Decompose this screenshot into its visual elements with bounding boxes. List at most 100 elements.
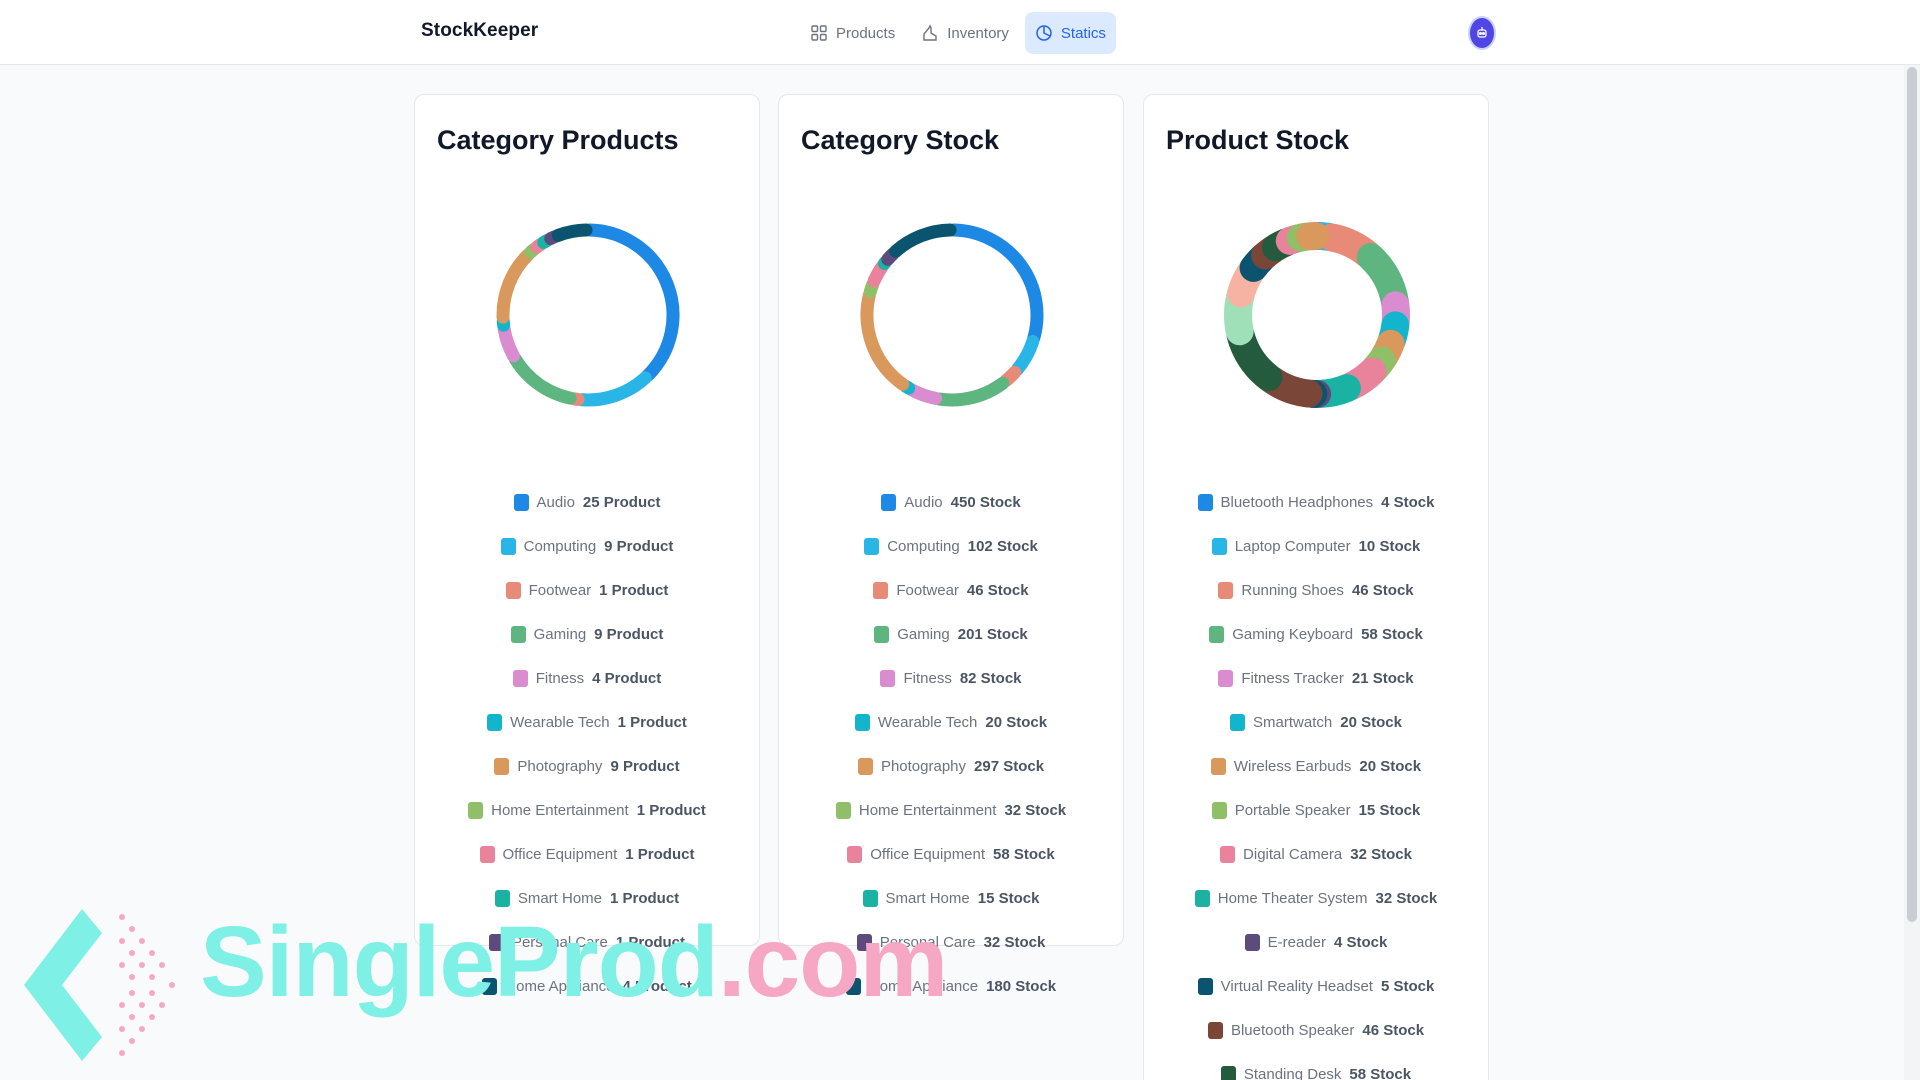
legend-item-home-entertainment[interactable]: Home Entertainment 32 Stock [793,797,1109,824]
legend-item-bluetooth-headphones[interactable]: Bluetooth Headphones 4 Stock [1158,489,1474,516]
page-scrollbar[interactable] [1904,65,1920,1080]
legend-label: Wearable Tech [877,714,978,731]
legend-item-smartwatch[interactable]: Smartwatch 20 Stock [1158,709,1474,736]
legend-swatch [854,714,870,731]
watermark: SingleProd.com [22,905,948,1065]
legend-item-fitness-tracker[interactable]: Fitness Tracker 21 Stock [1158,665,1474,692]
nav-inventory[interactable]: Inventory [911,12,1019,54]
legend-swatch [880,670,896,687]
legend-item-wireless-earbuds[interactable]: Wireless Earbuds 20 Stock [1158,753,1474,780]
legend-value: 5 Stock [1380,978,1435,995]
legend-label: Audio [904,494,943,511]
legend-item-wearable-tech[interactable]: Wearable Tech 20 Stock [793,709,1109,736]
legend-label: Fitness [535,670,585,687]
legend-swatch [510,626,526,643]
legend-label: Smartwatch [1253,714,1333,731]
legend-label: Wearable Tech [510,714,610,731]
legend-value: 32 Stock [1004,802,1067,819]
legend-item-footwear[interactable]: Footwear 46 Stock [873,577,1029,604]
donut-slice-computing[interactable] [1010,335,1040,376]
legend-swatch [1197,978,1213,995]
nav-products[interactable]: Products [800,12,905,54]
legend-value: 58 Stock [1349,1066,1412,1080]
legend-item-home-theater-system[interactable]: Home Theater System 32 Stock [1158,885,1474,912]
legend-label: Home Entertainment [858,802,997,819]
watermark-text: SingleProd.com [200,905,948,1020]
legend-label: Photography [880,758,967,775]
donut-slice-fitness[interactable] [905,383,943,405]
donut-chart [496,223,680,407]
donut-slice-home-appliance[interactable] [551,223,593,242]
legend-value: 15 Stock [1358,802,1421,819]
legend-swatch [487,714,503,731]
legend-value: 4 Stock [1381,494,1435,511]
legend-item-office-equipment[interactable]: Office Equipment 1 Product [429,841,745,868]
legend-value: 1 Product [617,714,687,731]
legend-item-photography[interactable]: Photography 297 Stock [793,753,1109,780]
legend-value: 1 Product [625,846,695,863]
legend-item-office-equipment[interactable]: Office Equipment 58 Stock [793,841,1109,868]
legend-label: Office Equipment [502,846,618,863]
legend-item-photography[interactable]: Photography 9 Product [429,753,745,780]
user-avatar[interactable] [1468,16,1496,50]
legend-label: Footwear [528,582,592,599]
legend-item-standing-desk[interactable]: Standing Desk 58 Stock [1158,1061,1474,1080]
legend-value: 297 Stock [974,758,1045,775]
donut-slice-photography[interactable] [860,288,910,391]
watermark-text-main: SingleProd [200,906,719,1018]
legend-item-audio[interactable]: Audio 450 Stock [881,489,1021,516]
donut-slice-computing[interactable] [575,371,652,407]
legend-item-fitness[interactable]: Fitness 4 Product [429,665,745,692]
legend-item-footwear[interactable]: Footwear 1 Product [505,577,668,604]
donut-chart [1224,222,1410,409]
legend-value: 46 Stock [1351,582,1414,599]
legend-item-virtual-reality-headset[interactable]: Virtual Reality Headset 5 Stock [1158,973,1474,1000]
legend-swatch [512,670,528,687]
legend-label: Photography [517,758,603,775]
legend-label: Fitness Tracker [1241,670,1344,687]
legend-item-home-entertainment[interactable]: Home Entertainment 1 Product [429,797,745,824]
legend-label: Computing [523,538,597,555]
legend-value: 32 Stock [1375,890,1438,907]
donut-slice-gaming[interactable] [932,376,1010,407]
legend-item-wearable-tech[interactable]: Wearable Tech 1 Product [429,709,745,736]
legend-item-audio[interactable]: Audio 25 Product [513,489,660,516]
chart-legend: Bluetooth Headphones 4 Stock Laptop Comput… [1144,489,1488,1080]
legend-item-computing[interactable]: Computing 9 Product [500,533,674,560]
legend-value: 9 Product [604,538,674,555]
legend-label: Office Equipment [870,846,986,863]
legend-item-bluetooth-speaker[interactable]: Bluetooth Speaker 46 Stock [1158,1017,1474,1044]
scrollbar-thumb[interactable] [1907,67,1917,922]
legend-value: 180 Stock [986,978,1057,995]
donut-slice-home-appliance[interactable] [889,223,957,258]
legend-item-digital-camera[interactable]: Digital Camera 32 Stock [1158,841,1474,868]
donut-slice-photography[interactable] [496,248,535,324]
legend-label: Audio [536,494,575,511]
legend-value: 58 Stock [1361,626,1423,643]
legend-item-portable-speaker[interactable]: Portable Speaker 15 Stock [1158,797,1474,824]
legend-item-e-reader[interactable]: E-reader 4 Stock [1158,929,1474,956]
donut-slice-audio[interactable] [583,223,680,382]
donut-slice-gaming[interactable] [508,352,577,405]
legend-item-running-shoes[interactable]: Running Shoes 46 Stock [1158,577,1474,604]
donut-slice-fitness[interactable] [497,322,520,363]
nav-products-label: Products [836,24,896,42]
card-title: Product Stock [1166,125,1350,155]
legend-label: Standing Desk [1243,1066,1342,1080]
nav-statics-label: Statics [1060,24,1106,42]
legend-item-computing[interactable]: Computing 102 Stock [864,533,1038,560]
robot-avatar-icon [1477,27,1487,38]
legend-value: 201 Stock [957,626,1028,643]
legend-item-laptop-computer[interactable]: Laptop Computer 10 Stock [1158,533,1474,560]
legend-swatch [881,494,897,511]
nav-statics[interactable]: Statics [1024,12,1116,54]
legend-item-fitness[interactable]: Fitness 82 Stock [793,665,1109,692]
app-brand[interactable]: StockKeeper [421,20,538,42]
legend-swatch [1218,670,1234,687]
donut-slice-audio[interactable] [947,223,1044,345]
legend-item-gaming[interactable]: Gaming 9 Product [510,621,663,648]
legend-item-gaming-keyboard[interactable]: Gaming Keyboard 58 Stock [1158,621,1474,648]
legend-item-gaming[interactable]: Gaming 201 Stock [874,621,1028,648]
watermark-text-domain: .com [717,906,948,1018]
card-title: Category Products [437,125,679,155]
